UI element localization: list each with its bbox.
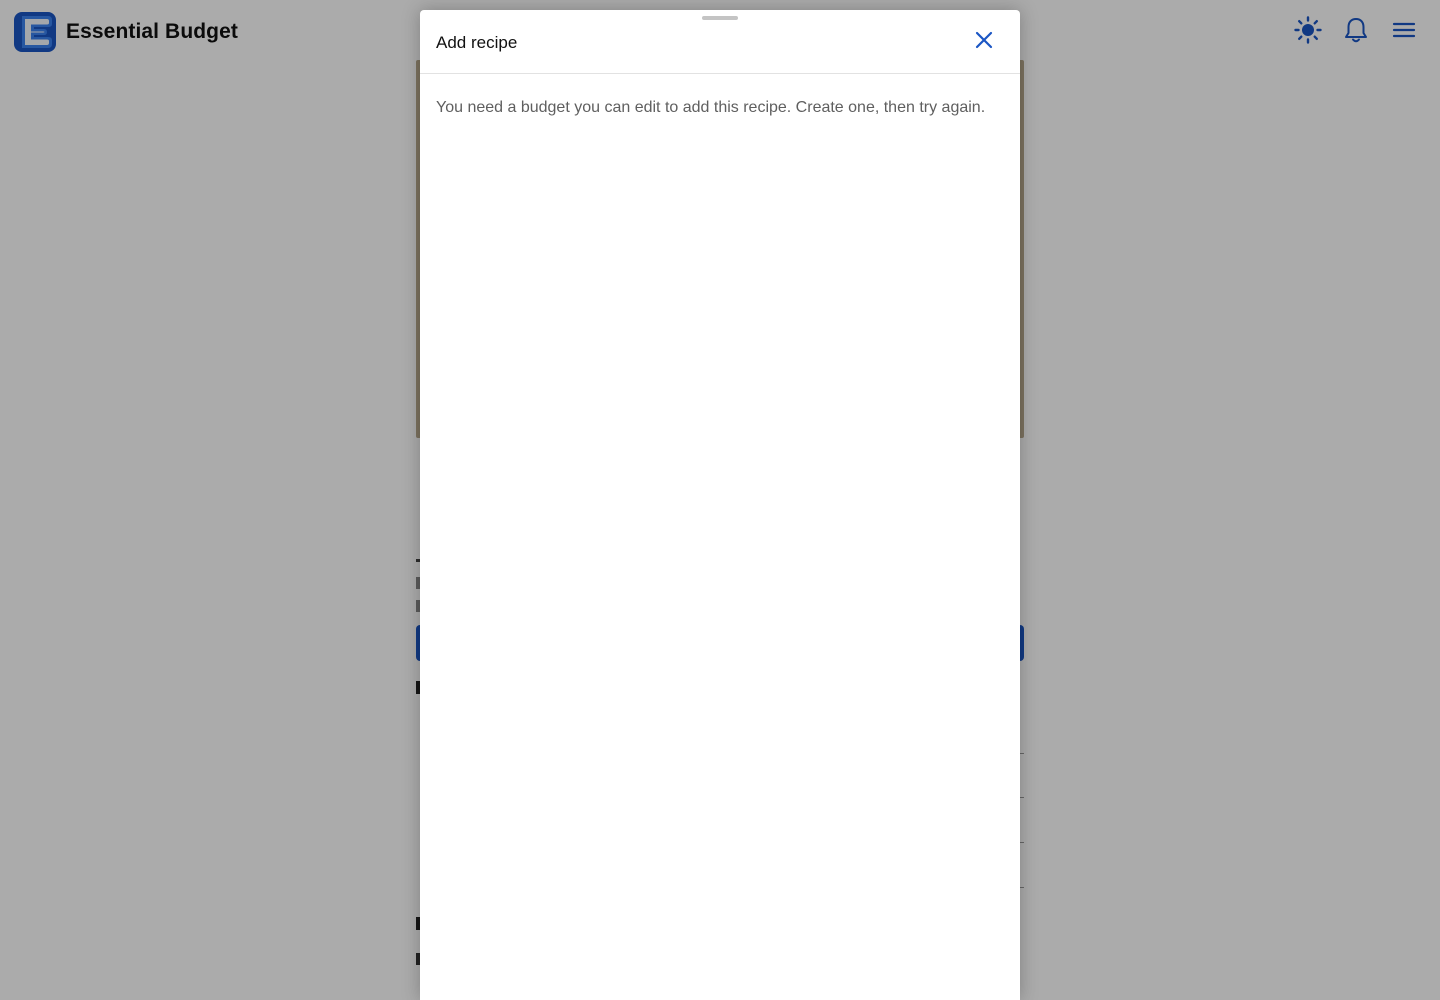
close-button[interactable] xyxy=(970,28,998,56)
sheet-header: Add recipe xyxy=(420,10,1020,74)
drag-handle[interactable] xyxy=(702,16,738,20)
page: Essential Budget Add recipe You need a b… xyxy=(0,0,1440,1000)
sheet-title: Add recipe xyxy=(436,33,518,52)
sheet-message: You need a budget you can edit to add th… xyxy=(436,99,986,116)
close-icon xyxy=(974,30,994,55)
add-recipe-sheet: Add recipe You need a budget you can edi… xyxy=(420,10,1020,1000)
